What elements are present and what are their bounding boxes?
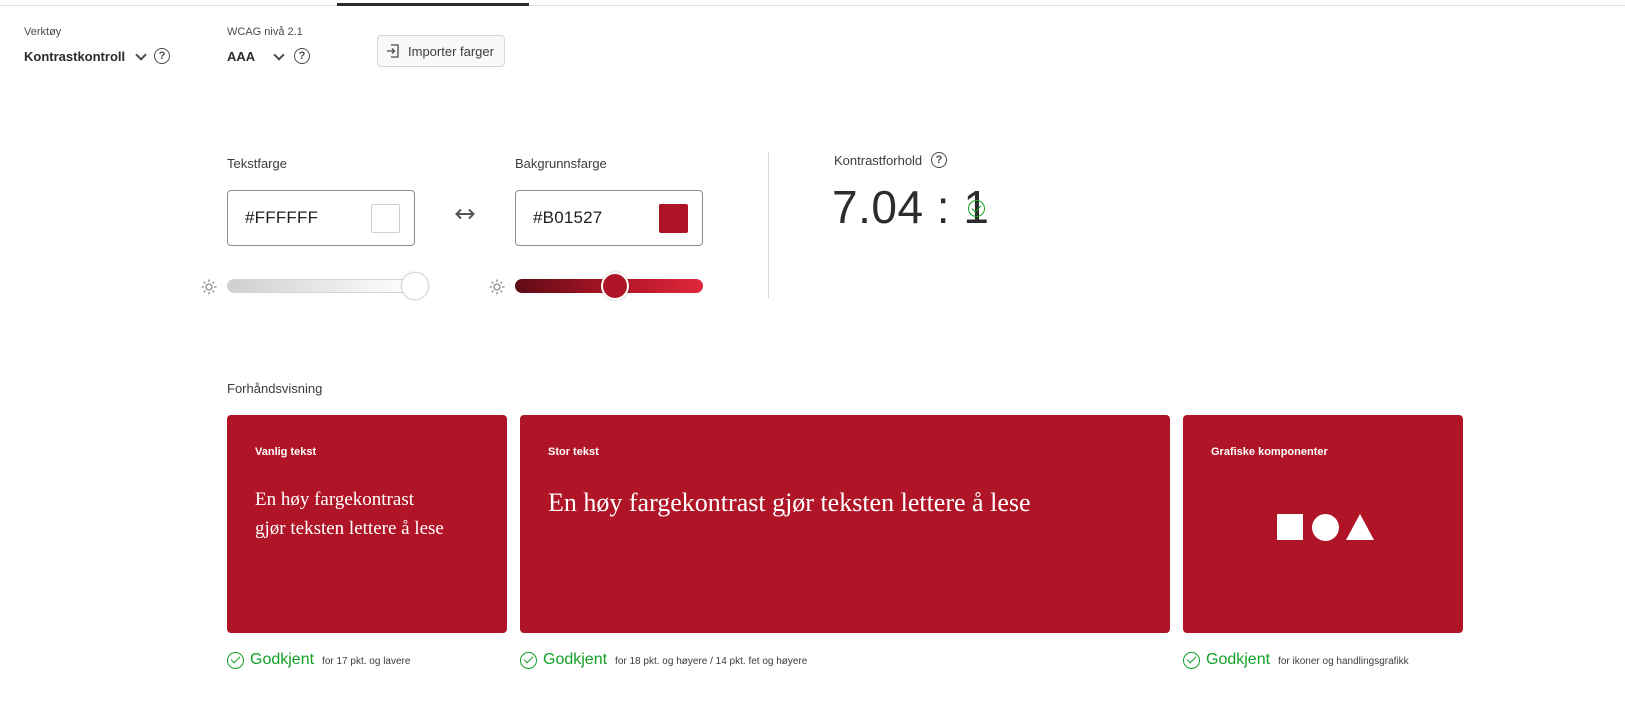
tool-label: Verktøy — [24, 26, 62, 38]
preview-card-graphics: Grafiske komponenter — [1183, 415, 1463, 633]
preview-card-title: Vanlig tekst — [255, 446, 317, 458]
wcag-level-picker[interactable]: AAA — [227, 48, 285, 64]
brightness-icon — [489, 279, 505, 295]
graphics-status: Godkjent for ikoner og handlingsgrafikk — [1183, 651, 1409, 669]
chevron-down-icon — [135, 48, 147, 61]
status-note: for 17 pkt. og lavere — [322, 656, 411, 667]
swap-colors-icon[interactable] — [454, 206, 476, 222]
pass-check-icon — [1183, 651, 1200, 669]
normal-text-status: Godkjent for 17 pkt. og lavere — [227, 651, 410, 669]
normal-text-sample-line: gjør teksten lettere å lese — [255, 518, 444, 539]
preview-card-normal-text: Vanlig tekst En høy fargekontrast gjør t… — [227, 415, 507, 633]
preview-card-title: Grafiske komponenter — [1211, 446, 1328, 458]
tool-picker-value: Kontrastkontroll — [24, 49, 126, 64]
pass-check-icon — [520, 651, 537, 669]
contrast-ratio-value: 7.04 : 1 — [832, 181, 990, 233]
text-color-hex: #FFFFFF — [245, 208, 319, 227]
status-verdict: Godkjent — [250, 651, 315, 668]
text-color-input[interactable]: #FFFFFF — [227, 190, 415, 246]
import-colors-button[interactable]: Importer farger — [377, 35, 505, 67]
pass-check-icon — [968, 200, 985, 217]
text-brightness-slider[interactable] — [227, 279, 415, 293]
background-brightness-slider-thumb[interactable] — [600, 272, 629, 300]
brightness-icon — [201, 279, 217, 295]
contrast-ratio-label: Kontrastforhold — [834, 153, 923, 168]
triangle-shape-icon — [1346, 514, 1374, 540]
chevron-down-icon — [273, 48, 285, 61]
pass-check-icon — [227, 651, 244, 669]
top-tab-rule — [0, 5, 1625, 6]
normal-text-sample: En høy fargekontrast gjør teksten letter… — [255, 485, 444, 543]
background-color-swatch[interactable] — [659, 204, 688, 233]
background-color-hex: #B01527 — [533, 208, 603, 227]
status-verdict: Godkjent — [543, 651, 608, 668]
import-icon — [387, 44, 399, 58]
large-text-status: Godkjent for 18 pkt. og høyere / 14 pkt.… — [520, 651, 807, 669]
background-color-label: Bakgrunnsfarge — [515, 156, 607, 171]
tool-help-icon[interactable]: ? — [154, 48, 170, 64]
text-color-swatch[interactable] — [371, 204, 400, 233]
status-verdict: Godkjent — [1206, 651, 1271, 668]
contrast-help-icon[interactable]: ? — [931, 152, 947, 168]
import-colors-label: Importer farger — [408, 43, 494, 59]
background-color-input[interactable]: #B01527 — [515, 190, 703, 246]
active-tab-indicator — [337, 3, 529, 6]
preview-card-title: Stor tekst — [548, 446, 599, 458]
square-shape-icon — [1277, 514, 1303, 540]
normal-text-sample-line: En høy fargekontrast — [255, 489, 414, 510]
preview-label: Forhåndsvisning — [227, 381, 323, 396]
wcag-level-value: AAA — [227, 49, 256, 64]
large-text-sample: En høy fargekontrast gjør teksten letter… — [548, 488, 1031, 517]
circle-shape-icon — [1312, 514, 1339, 541]
text-brightness-slider-thumb[interactable] — [401, 272, 429, 300]
wcag-help-icon[interactable]: ? — [294, 48, 310, 64]
status-note: for 18 pkt. og høyere / 14 pkt. fet og h… — [615, 656, 808, 667]
section-divider — [768, 152, 769, 298]
preview-card-large-text: Stor tekst En høy fargekontrast gjør tek… — [520, 415, 1170, 633]
text-color-label: Tekstfarge — [227, 156, 287, 171]
tool-picker[interactable]: Kontrastkontroll — [24, 48, 147, 64]
wcag-label: WCAG nivå 2.1 — [227, 26, 303, 38]
status-note: for ikoner og handlingsgrafikk — [1278, 656, 1409, 667]
